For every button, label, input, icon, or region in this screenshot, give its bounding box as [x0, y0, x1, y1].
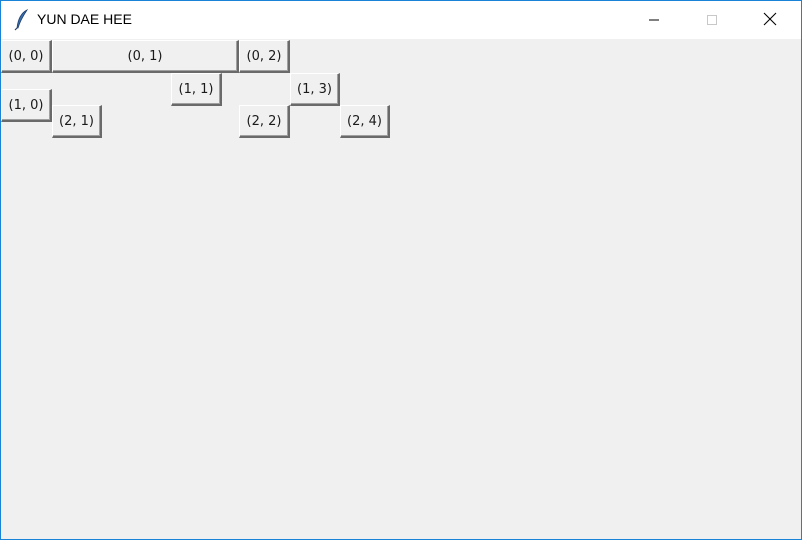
grid-button-2-4[interactable]: (2, 4) — [340, 105, 390, 138]
window-title: YUN DAE HEE — [37, 11, 132, 27]
grid-button-1-0[interactable]: (1, 0) — [1, 89, 52, 122]
feather-icon — [13, 8, 31, 31]
maximize-icon — [706, 11, 718, 30]
grid-button-0-0[interactable]: (0, 0) — [1, 40, 52, 73]
grid-button-0-1[interactable]: (0, 1) — [52, 40, 239, 73]
app-window: YUN DAE HEE (0, 0) (0, 1) (0, 2) (1, 0) … — [0, 0, 802, 540]
grid-button-1-1[interactable]: (1, 1) — [171, 73, 222, 106]
grid-button-1-3[interactable]: (1, 3) — [290, 73, 340, 106]
grid-button-2-1[interactable]: (2, 1) — [52, 105, 102, 138]
title-bar[interactable]: YUN DAE HEE — [1, 1, 801, 39]
close-icon — [763, 11, 777, 30]
grid-button-0-2[interactable]: (0, 2) — [239, 40, 290, 73]
maximize-button[interactable] — [689, 1, 735, 39]
grid-button-2-2[interactable]: (2, 2) — [239, 105, 290, 138]
minimize-icon — [648, 11, 660, 30]
minimize-button[interactable] — [631, 1, 677, 39]
grid-area: (0, 0) (0, 1) (0, 2) (1, 0) (1, 1) (1, 3… — [1, 39, 801, 539]
close-button[interactable] — [747, 1, 793, 39]
